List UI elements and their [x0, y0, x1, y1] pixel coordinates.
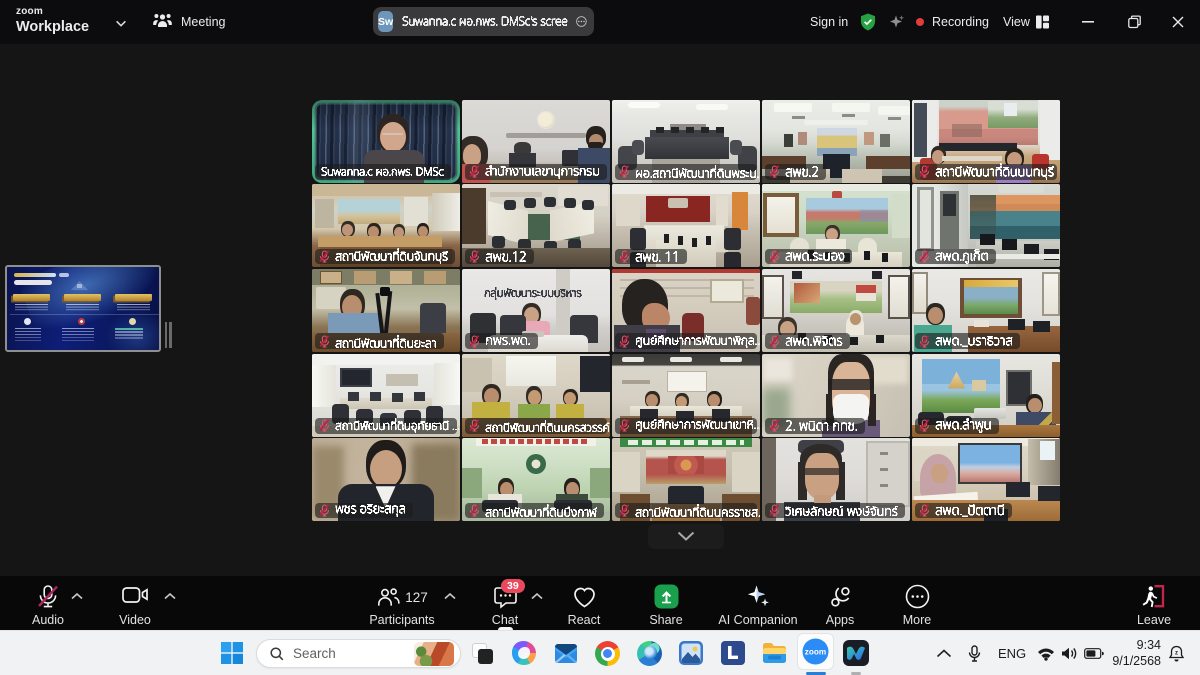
svg-text:zoom: zoom — [805, 648, 826, 657]
svg-text:z: z — [1175, 651, 1178, 657]
